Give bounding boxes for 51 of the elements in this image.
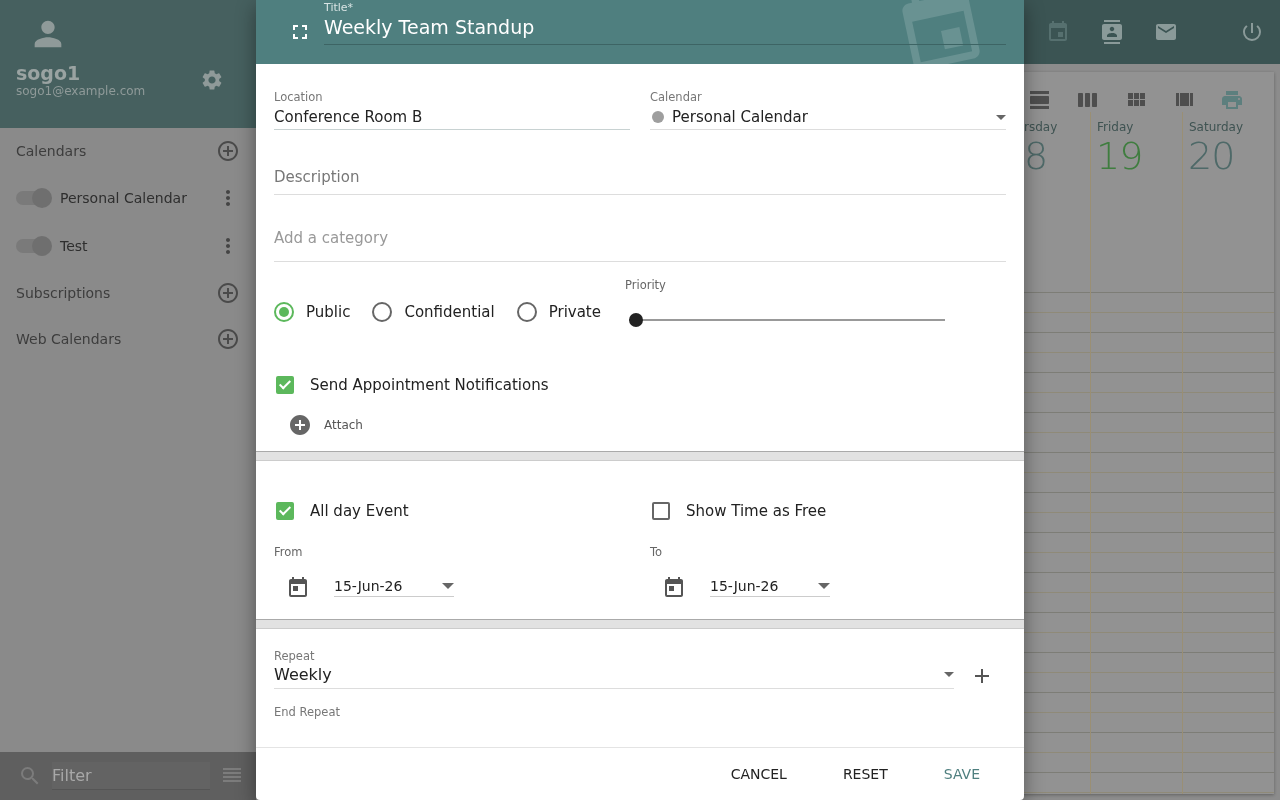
radio-label[interactable]: Private xyxy=(548,303,601,321)
priority-label: Priority xyxy=(625,278,667,292)
filter-field[interactable]: Filter xyxy=(52,762,210,790)
toggle-switch[interactable] xyxy=(16,239,50,253)
calendar-name[interactable]: Test xyxy=(60,238,216,254)
date-field[interactable]: 15-Jun-26 xyxy=(710,577,830,597)
radio-label[interactable]: Confidential xyxy=(404,303,495,321)
radio-button[interactable] xyxy=(372,302,393,322)
repeat-label: Repeat xyxy=(274,649,316,663)
caret-icon xyxy=(442,582,454,589)
dialog-button[interactable]: RESET xyxy=(818,758,912,790)
day-view-icon[interactable] xyxy=(1028,88,1052,112)
power-icon[interactable] xyxy=(1240,20,1264,44)
day-name: rsday xyxy=(1024,120,1059,134)
radio-button[interactable] xyxy=(516,302,537,322)
checkbox[interactable] xyxy=(652,502,670,520)
calendar-icon[interactable] xyxy=(662,575,686,599)
user-email: sogo1@example.com xyxy=(16,84,146,98)
radio-button[interactable] xyxy=(274,302,294,322)
dialog-button[interactable]: CANCEL xyxy=(706,758,811,790)
add-icon[interactable] xyxy=(288,413,312,437)
checkbox[interactable] xyxy=(276,376,294,394)
end-repeat-label: End Repeat xyxy=(274,705,341,719)
user-name: sogo1 xyxy=(16,62,82,84)
toggle-switch[interactable] xyxy=(16,191,50,205)
checkbox[interactable] xyxy=(276,502,294,520)
calendar-select[interactable]: Calendar Personal Calendar xyxy=(650,84,1006,130)
day-name: Friday xyxy=(1096,120,1135,134)
caret-icon xyxy=(996,114,1006,120)
date-field[interactable]: 15-Jun-26 xyxy=(334,577,454,597)
calendar-icon[interactable] xyxy=(286,575,310,599)
date-label: To xyxy=(650,545,664,559)
checkbox-label[interactable]: All day Event xyxy=(310,502,409,520)
checkbox-label[interactable]: Show Time as Free xyxy=(686,502,827,520)
location-field[interactable]: Location Conference Room B xyxy=(274,84,630,130)
checkbox-label[interactable]: Send Appointment Notifications xyxy=(310,376,549,394)
calendar-name[interactable]: Personal Calendar xyxy=(60,190,216,206)
dialog-button[interactable]: SAVE xyxy=(919,758,1004,790)
title-field[interactable]: Title* Weekly Team Standup xyxy=(324,0,1006,45)
attach-link[interactable]: Attach xyxy=(324,418,363,432)
calendar-dot xyxy=(652,111,664,123)
slider-thumb[interactable] xyxy=(629,313,643,327)
date-label: From xyxy=(274,545,304,559)
caret-icon xyxy=(818,582,830,589)
repeat-select[interactable]: Weekly xyxy=(274,663,954,689)
radio-label[interactable]: Public xyxy=(306,303,351,321)
caret-icon xyxy=(944,672,954,677)
day-name: Saturday xyxy=(1188,120,1245,134)
print-icon[interactable] xyxy=(1220,88,1244,112)
contacts-icon[interactable] xyxy=(1100,20,1124,44)
settings-icon[interactable] xyxy=(200,68,224,92)
